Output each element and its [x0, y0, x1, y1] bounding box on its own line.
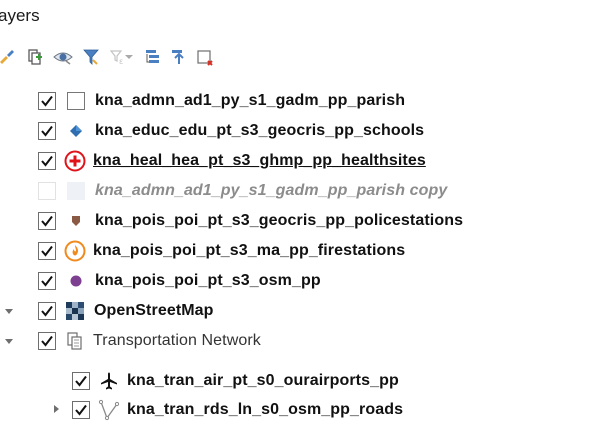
remove-layer-icon[interactable] — [192, 44, 218, 70]
blue-diamond-icon — [65, 120, 87, 142]
layer-checkbox[interactable] — [72, 401, 90, 419]
layer-row-openstreetmap[interactable]: OpenStreetMap — [38, 297, 214, 325]
fire-icon — [64, 240, 86, 262]
layer-checkbox[interactable] — [38, 332, 56, 350]
layer-name: kna_pois_poi_pt_s3_osm_pp — [95, 272, 321, 289]
layer-row-healthsites[interactable]: kna_heal_hea_pt_s3_ghmp_pp_healthsites — [38, 147, 426, 175]
layer-checkbox[interactable] — [72, 372, 90, 390]
purple-dot-icon — [65, 270, 87, 292]
layer-row-parish-copy[interactable]: kna_admn_ad1_py_s1_gadm_pp_parish copy — [38, 177, 447, 205]
expand-arrow-icon[interactable] — [3, 335, 15, 347]
layer-checkbox[interactable] — [38, 272, 56, 290]
layer-group-icon — [64, 330, 86, 352]
layer-checkbox[interactable] — [38, 152, 56, 170]
manage-visibility-icon[interactable] — [50, 44, 76, 70]
layer-name: kna_heal_hea_pt_s3_ghmp_pp_healthsites — [93, 152, 426, 169]
layer-name: kna_admn_ad1_py_s1_gadm_pp_parish copy — [95, 182, 448, 199]
layer-name: kna_educ_edu_pt_s3_geocris_pp_schools — [95, 122, 425, 139]
filter-legend-icon[interactable] — [78, 44, 104, 70]
layer-name: OpenStreetMap — [94, 302, 214, 319]
layer-checkbox[interactable] — [38, 212, 56, 230]
raster-tiles-icon — [64, 300, 86, 322]
line-symbol-icon — [98, 399, 120, 421]
layer-name: kna_tran_rds_ln_s0_osm_pp_roads — [127, 401, 404, 418]
collapse-all-icon[interactable] — [166, 44, 192, 70]
polygon-symbol-icon — [65, 90, 87, 112]
collapse-arrow-icon[interactable] — [50, 403, 62, 415]
polygon-symbol-icon — [65, 180, 87, 202]
layers-toolbar: ε — [0, 44, 600, 70]
style-brush-icon[interactable] — [0, 44, 20, 70]
red-cross-icon — [64, 150, 86, 172]
layer-row-osm-pois[interactable]: kna_pois_poi_pt_s3_osm_pp — [38, 267, 321, 295]
panel-title: ayers — [0, 6, 40, 25]
layer-checkbox[interactable] — [38, 122, 56, 140]
layer-row-parish[interactable]: kna_admn_ad1_py_s1_gadm_pp_parish — [38, 87, 405, 115]
expand-arrow-icon[interactable] — [3, 305, 15, 317]
layer-name: kna_pois_poi_pt_s3_geocris_pp_policestat… — [95, 212, 464, 229]
layer-checkbox[interactable] — [38, 242, 56, 260]
dropdown-icon[interactable] — [122, 44, 136, 70]
airplane-icon — [98, 370, 120, 392]
layer-checkbox[interactable] — [38, 92, 56, 110]
add-group-icon[interactable] — [22, 44, 48, 70]
layer-checkbox[interactable] — [38, 302, 56, 320]
layer-group-transportation[interactable]: Transportation Network — [38, 327, 261, 355]
layers-panel: ayers ε kna_admn_ad1_py_s1_gadm_pp_paris… — [0, 0, 600, 426]
layer-name: kna_admn_ad1_py_s1_gadm_pp_parish — [95, 92, 406, 109]
layer-row-roads[interactable]: kna_tran_rds_ln_s0_osm_pp_roads — [72, 396, 403, 424]
layer-name: kna_pois_poi_pt_s3_ma_pp_firestations — [93, 242, 406, 259]
layer-row-schools[interactable]: kna_educ_edu_pt_s3_geocris_pp_schools — [38, 117, 424, 145]
layer-row-policestations[interactable]: kna_pois_poi_pt_s3_geocris_pp_policestat… — [38, 207, 463, 235]
layer-name: kna_tran_air_pt_s0_ourairports_pp — [127, 372, 399, 389]
layer-checkbox[interactable] — [38, 182, 56, 200]
brown-shield-icon — [65, 210, 87, 232]
layer-row-firestations[interactable]: kna_pois_poi_pt_s3_ma_pp_firestations — [38, 237, 405, 265]
expand-all-icon[interactable] — [140, 44, 166, 70]
group-name: Transportation Network — [93, 332, 261, 349]
layer-row-airports[interactable]: kna_tran_air_pt_s0_ourairports_pp — [72, 367, 399, 395]
